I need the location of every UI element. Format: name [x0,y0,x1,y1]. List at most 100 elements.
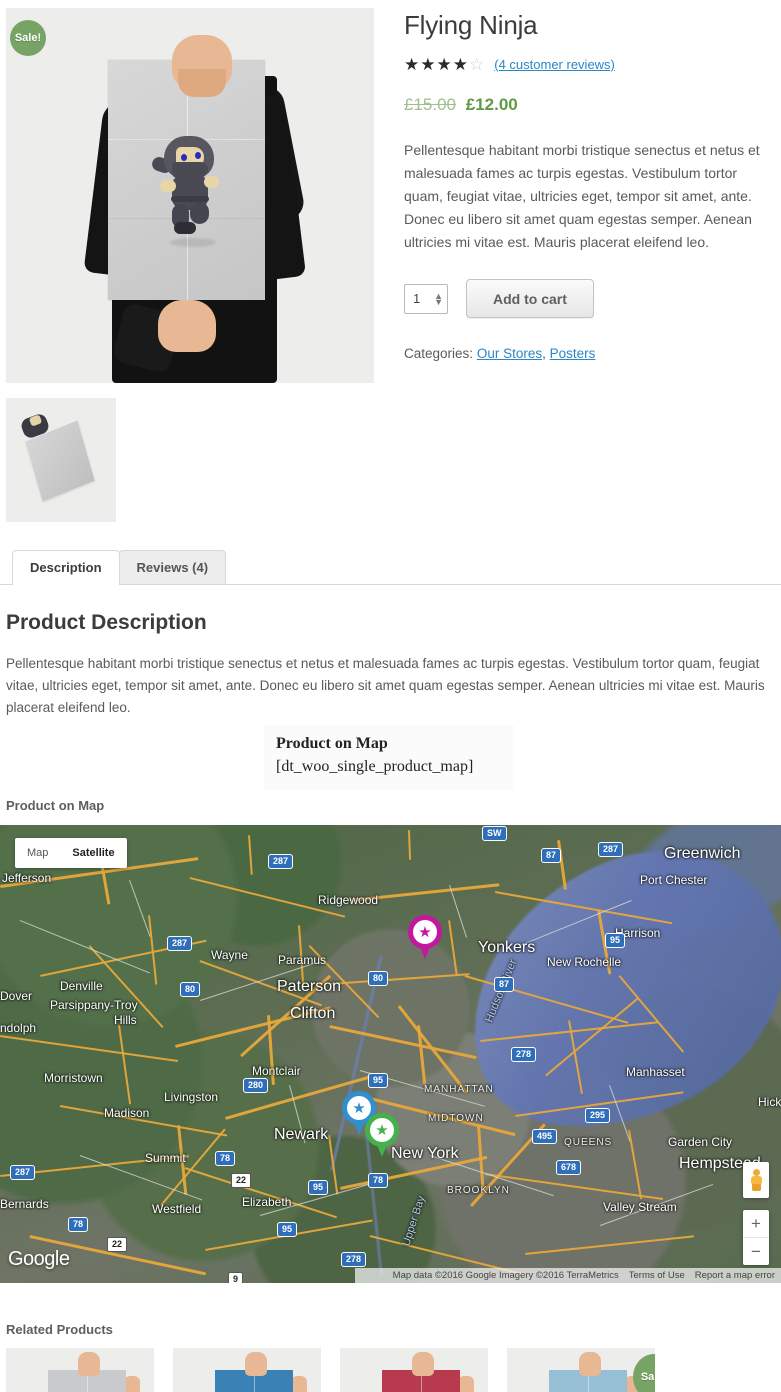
ninja-eye-right [195,152,201,159]
map-place-label: Westfield [152,1202,201,1216]
tab-description[interactable]: Description [12,550,120,585]
ninja-shadow [170,238,216,247]
related-arm [291,1376,307,1392]
ninja-leg-right [190,202,209,224]
model-hand-bottom [158,300,216,352]
map-place-label: Madison [104,1106,149,1120]
related-product-card[interactable]: Sale! [507,1348,655,1392]
map-type-control[interactable]: Map Satellite [15,838,127,868]
star-5-icon: ☆ [469,55,485,74]
related-product-card[interactable] [173,1348,321,1392]
map-place-label: Yonkers [478,939,535,957]
add-to-cart-button[interactable]: Add to cart [466,279,594,318]
map-neighborhood-label: MIDTOWN [428,1113,484,1124]
map-highway-shield: 287 [268,854,293,869]
map-type-satellite-button[interactable]: Satellite [60,838,126,868]
price-block: £15.00 £12.00 [404,95,781,115]
related-hand [412,1352,434,1376]
zoom-in-button[interactable]: + [743,1210,769,1238]
related-products-list: Sale! [6,1348,655,1392]
map-highway-shield: SW [482,826,507,841]
ninja-eye-left [181,154,187,161]
map-highway-shield: 78 [368,1173,388,1188]
map-place-label: Elizabeth [242,1195,291,1209]
map-place-label: Summit [145,1151,186,1165]
main-product-image[interactable] [6,8,374,383]
map-place-label: Clifton [290,1005,335,1023]
product-tabs: Description Reviews (4) [0,550,781,585]
tab-reviews-4[interactable]: Reviews (4) [119,550,227,584]
customer-reviews-link[interactable]: (4 customer reviews) [494,57,615,72]
map-place-label: Parsippany-Troy [50,998,138,1012]
map-place-label: Morristown [44,1071,103,1085]
description-body: Pellentesque habitant morbi tristique se… [6,653,775,719]
pegman-legs [752,1184,761,1191]
google-map[interactable]: Jefferson Ridgewood Greenwich Port Chester H… [0,825,781,1283]
map-highway-shield: 80 [368,971,388,986]
map-highway-shield: 278 [511,1047,536,1062]
product-short-description: Pellentesque habitant morbi tristique se… [404,139,774,254]
product-summary: Flying Ninja ★★★★☆ (4 customer reviews) … [404,0,781,361]
green-star-marker[interactable]: ★ [365,1113,399,1157]
quantity-input[interactable]: 1 [413,291,420,306]
map-highway-shield: 80 [180,982,200,997]
map-type-map-button[interactable]: Map [15,838,60,868]
star-4-icon: ★ [453,55,469,74]
map-highway-shield: 22 [107,1237,127,1252]
map-section-label: Product on Map [6,798,104,813]
map-zoom-control[interactable]: + − [743,1210,769,1265]
map-place-label: Wayne [211,948,248,962]
marker-star-icon: ★ [413,920,437,944]
related-products-title: Related Products [6,1322,113,1337]
category-link-2[interactable]: Posters [550,346,596,361]
pegman-head [753,1169,760,1176]
map-place-label: Paterson [277,978,341,996]
star-3-icon: ★ [437,55,453,74]
map-neighborhood-label: BROOKLYN [447,1185,510,1196]
shortcode-title: Product on Map [276,735,502,753]
map-highway-shield: 22 [231,1173,251,1188]
pegman-figure [750,1169,763,1191]
ninja-belt [171,196,209,202]
marker-star-icon: ★ [370,1118,394,1142]
quantity-spinner-icon[interactable]: ▲ ▼ [434,293,443,305]
map-highway-shield: 87 [541,848,561,863]
related-product-card[interactable] [6,1348,154,1392]
related-product-card[interactable] [340,1348,488,1392]
shortcode-preview-box: Product on Map [dt_woo_single_product_ma… [264,725,514,790]
gallery-thumbnail-1[interactable] [6,398,116,522]
add-to-cart-row: 1 ▲ ▼ Add to cart [404,279,781,318]
attribution-item-2[interactable]: Terms of Use [629,1270,685,1281]
ninja-arm-right [204,176,219,188]
related-hand [78,1352,100,1376]
map-highway-shield: 278 [341,1252,366,1267]
price-original: £15.00 [404,95,456,114]
related-hand [579,1352,601,1376]
thumbnail-strip [6,398,116,522]
map-place-label: Hills [114,1013,137,1027]
attribution-item-1: Map data ©2016 Google Imagery ©2016 Terr… [393,1270,619,1281]
map-highway-shield: 95 [277,1222,297,1237]
star-rating-icon: ★★★★☆ [404,56,485,73]
category-link-1[interactable]: Our Stores [477,346,542,361]
map-place-label: Montclair [252,1064,301,1078]
map-highway-shield: 78 [68,1217,88,1232]
map-place-label: Port Chester [640,873,707,887]
ninja-foot [174,222,196,234]
page-title: Flying Ninja [404,8,781,42]
map-highway-shield: 9 [228,1272,243,1283]
zoom-out-button[interactable]: − [743,1238,769,1265]
ninja-illustration [152,136,224,236]
quantity-stepper[interactable]: 1 ▲ ▼ [404,284,448,314]
related-arm [124,1376,140,1392]
map-place-label: Garden City [668,1135,732,1149]
map-place-label: Paramus [278,953,326,967]
map-place-label: New Rochelle [547,955,621,969]
street-view-pegman-icon[interactable] [743,1162,769,1198]
map-neighborhood-label: QUEENS [564,1137,612,1148]
spinner-down-icon[interactable]: ▼ [434,299,443,305]
magenta-star-marker[interactable]: ★ [408,915,442,959]
map-place-label: ndolph [0,1021,36,1035]
map-highway-shield: 287 [598,842,623,857]
attribution-item-3[interactable]: Report a map error [695,1270,775,1281]
